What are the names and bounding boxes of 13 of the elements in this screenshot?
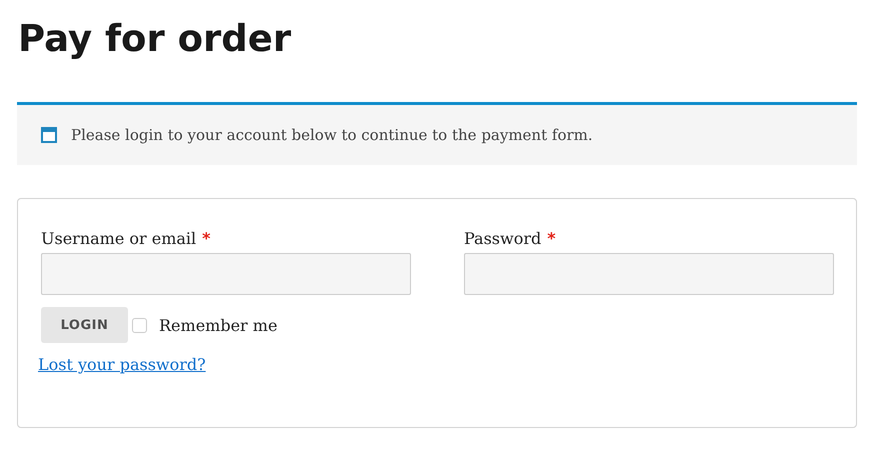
lost-password-link[interactable]: Lost your password? bbox=[38, 355, 206, 374]
remember-label[interactable]: Remember me bbox=[159, 316, 278, 334]
notice-text: Please login to your account below to continue to the payment form. bbox=[71, 126, 593, 144]
field-label: Password bbox=[464, 228, 542, 248]
login-button[interactable]: LOGIN bbox=[41, 307, 128, 343]
input-field[interactable] bbox=[464, 253, 834, 295]
remember-checkbox[interactable] bbox=[132, 318, 147, 332]
page-title: Pay for order bbox=[18, 16, 292, 62]
field-label: Username or email bbox=[41, 228, 196, 248]
input-field[interactable] bbox=[41, 253, 411, 295]
required-mark: * bbox=[202, 228, 211, 248]
window-icon bbox=[41, 127, 57, 143]
required-mark: * bbox=[547, 228, 556, 248]
